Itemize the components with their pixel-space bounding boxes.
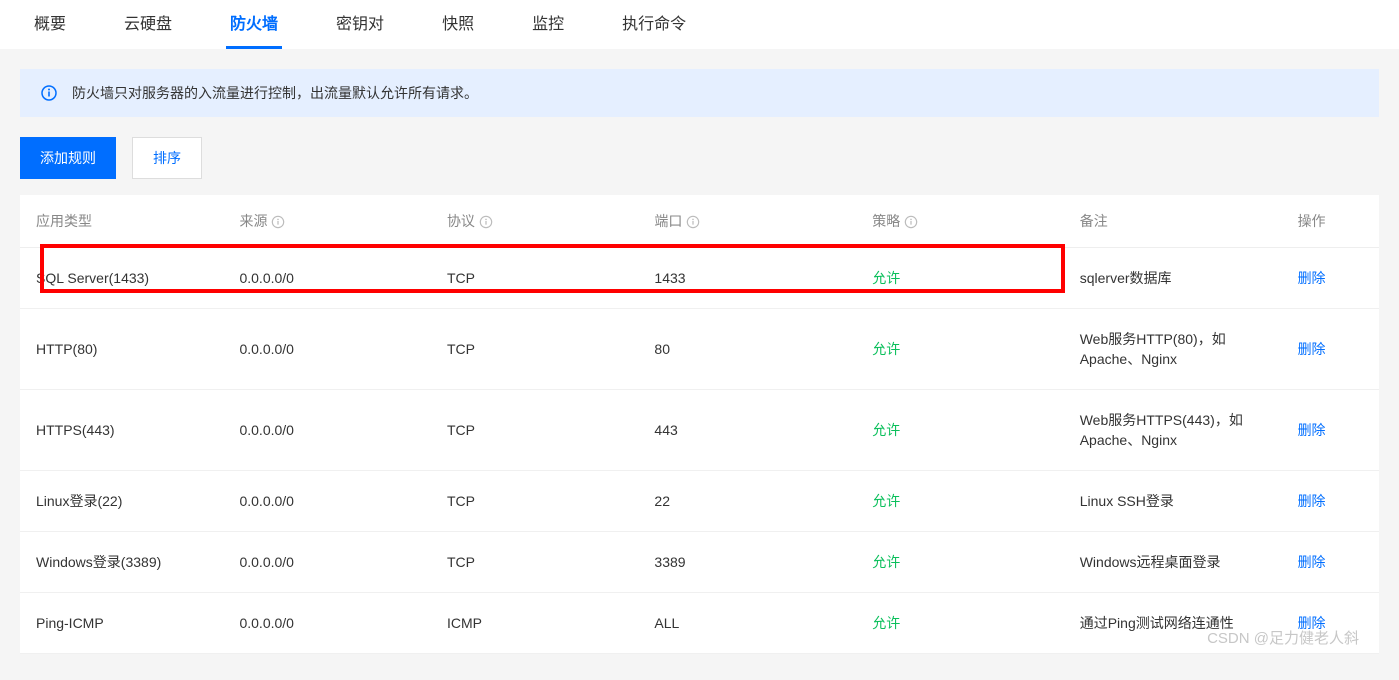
table-header-row: 应用类型 来源 协议 端口 策略 备注 操作 — [20, 195, 1379, 248]
tab-5[interactable]: 监控 — [528, 0, 568, 49]
info-icon[interactable] — [271, 215, 285, 229]
cell-policy: 允许 — [860, 248, 1067, 309]
content-area: 防火墙只对服务器的入流量进行控制，出流量默认允许所有请求。 添加规则 排序 应用… — [0, 49, 1399, 674]
table-row: Ping-ICMP0.0.0.0/0ICMPALL允许通过Ping测试网络连通性… — [20, 593, 1379, 654]
cell-policy: 允许 — [860, 390, 1067, 471]
tab-6[interactable]: 执行命令 — [618, 0, 690, 49]
cell-source: 0.0.0.0/0 — [227, 471, 434, 532]
cell-action: 删除 — [1286, 390, 1379, 471]
delete-link[interactable]: 删除 — [1298, 270, 1326, 286]
cell-protocol: TCP — [435, 248, 642, 309]
info-icon[interactable] — [686, 215, 700, 229]
info-banner: 防火墙只对服务器的入流量进行控制，出流量默认允许所有请求。 — [20, 69, 1379, 117]
col-header-port: 端口 — [642, 195, 860, 248]
sort-button[interactable]: 排序 — [132, 137, 202, 179]
policy-allow-label: 允许 — [872, 422, 900, 438]
policy-allow-label: 允许 — [872, 554, 900, 570]
table-row: Windows登录(3389)0.0.0.0/0TCP3389 允许 Windows… — [20, 532, 1379, 593]
policy-allow-label: 允许 — [872, 341, 900, 357]
delete-link[interactable]: 删除 — [1298, 422, 1326, 438]
add-rule-button[interactable]: 添加规则 — [20, 137, 116, 179]
cell-policy: 允许 — [860, 471, 1067, 532]
cell-remark: Linux SSH登录 — [1068, 471, 1286, 532]
col-header-port-label: 端口 — [654, 213, 682, 229]
col-header-action: 操作 — [1286, 195, 1379, 248]
cell-action: 删除 — [1286, 532, 1379, 593]
tab-bar: 概要 云硬盘 防火墙 密钥对 快照 监控 执行命令 — [0, 0, 1399, 49]
cell-remark: sqlerver数据库 — [1068, 248, 1286, 309]
cell-port: ALL — [642, 593, 860, 654]
cell-type: Linux登录(22) — [20, 471, 227, 532]
cell-protocol: ICMP — [435, 593, 642, 654]
watermark: CSDN @足力健老人斜 — [1207, 627, 1359, 648]
cell-policy: 允许 — [860, 309, 1067, 390]
tab-4[interactable]: 快照 — [438, 0, 478, 49]
col-header-type: 应用类型 — [20, 195, 227, 248]
cell-type: HTTPS(443) — [20, 390, 227, 471]
policy-allow-label: 允许 — [872, 493, 900, 509]
table-row: Linux登录(22)0.0.0.0/0TCP22 允许 Linux SSH登录删除 — [20, 471, 1379, 532]
cell-type: Ping-ICMP — [20, 593, 227, 654]
cell-type: SQL Server(1433) — [20, 248, 227, 309]
cell-remark: Web服务HTTPS(443)，如Apache、Nginx — [1068, 390, 1286, 471]
cell-type: Windows登录(3389) — [20, 532, 227, 593]
table-wrap: 应用类型 来源 协议 端口 策略 备注 操作 SQL Server(1433)0… — [20, 195, 1379, 654]
info-icon[interactable] — [479, 215, 493, 229]
delete-link[interactable]: 删除 — [1298, 341, 1326, 357]
table-row: SQL Server(1433)0.0.0.0/0TCP1433 允许 sqlerv… — [20, 248, 1379, 309]
cell-port: 1433 — [642, 248, 860, 309]
tab-1[interactable]: 云硬盘 — [120, 0, 176, 49]
cell-protocol: TCP — [435, 471, 642, 532]
cell-protocol: TCP — [435, 309, 642, 390]
tab-3[interactable]: 密钥对 — [332, 0, 388, 49]
cell-policy: 允许 — [860, 532, 1067, 593]
cell-source: 0.0.0.0/0 — [227, 248, 434, 309]
tab-2[interactable]: 防火墙 — [226, 0, 282, 49]
policy-allow-label: 允许 — [872, 615, 900, 631]
cell-action: 删除 — [1286, 248, 1379, 309]
delete-link[interactable]: 删除 — [1298, 554, 1326, 570]
col-header-type-label: 应用类型 — [36, 213, 92, 229]
cell-port: 3389 — [642, 532, 860, 593]
col-header-source: 来源 — [227, 195, 434, 248]
delete-link[interactable]: 删除 — [1298, 493, 1326, 509]
col-header-protocol: 协议 — [435, 195, 642, 248]
tab-0[interactable]: 概要 — [30, 0, 70, 49]
cell-source: 0.0.0.0/0 — [227, 390, 434, 471]
cell-port: 443 — [642, 390, 860, 471]
cell-port: 80 — [642, 309, 860, 390]
cell-action: 删除 — [1286, 471, 1379, 532]
cell-type: HTTP(80) — [20, 309, 227, 390]
info-icon[interactable] — [904, 215, 918, 229]
col-header-protocol-label: 协议 — [447, 213, 475, 229]
policy-allow-label: 允许 — [872, 270, 900, 286]
cell-action: 删除 — [1286, 309, 1379, 390]
cell-policy: 允许 — [860, 593, 1067, 654]
cell-source: 0.0.0.0/0 — [227, 309, 434, 390]
table-row: HTTP(80)0.0.0.0/0TCP80 允许 Web服务HTTP(80)，如A… — [20, 309, 1379, 390]
col-header-policy-label: 策略 — [872, 213, 900, 229]
cell-protocol: TCP — [435, 390, 642, 471]
info-icon — [40, 84, 58, 102]
table-row: HTTPS(443)0.0.0.0/0TCP443 允许 Web服务HTTPS(44… — [20, 390, 1379, 471]
cell-source: 0.0.0.0/0 — [227, 593, 434, 654]
cell-remark: Web服务HTTP(80)，如Apache、Nginx — [1068, 309, 1286, 390]
cell-port: 22 — [642, 471, 860, 532]
info-banner-text: 防火墙只对服务器的入流量进行控制，出流量默认允许所有请求。 — [72, 83, 478, 103]
col-header-policy: 策略 — [860, 195, 1067, 248]
cell-remark: Windows远程桌面登录 — [1068, 532, 1286, 593]
col-header-source-label: 来源 — [239, 213, 267, 229]
cell-protocol: TCP — [435, 532, 642, 593]
firewall-rules-table: 应用类型 来源 协议 端口 策略 备注 操作 SQL Server(1433)0… — [20, 195, 1379, 654]
toolbar: 添加规则 排序 — [20, 137, 1379, 179]
cell-source: 0.0.0.0/0 — [227, 532, 434, 593]
col-header-remark: 备注 — [1068, 195, 1286, 248]
